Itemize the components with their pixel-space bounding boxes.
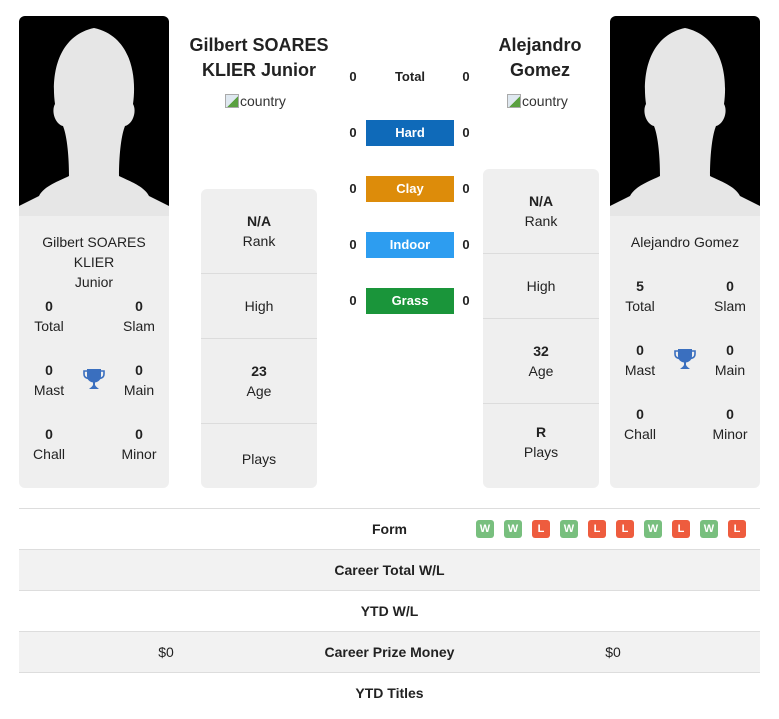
surface-hard-badge[interactable]: Hard (366, 120, 454, 146)
player2-form: WWLWLLWLWL (476, 520, 746, 538)
form-win-badge[interactable]: W (700, 520, 718, 538)
player1-card-name: Gilbert SOARES KLIER Junior (42, 234, 146, 290)
player2-age: 32 Age (483, 319, 599, 404)
form-win-badge[interactable]: W (560, 520, 578, 538)
h2h-hard-row: 0 Hard 0 (344, 120, 474, 146)
player1-stat-slam: 0 Slam (123, 298, 155, 334)
form-loss-badge[interactable]: L (616, 520, 634, 538)
player2-stat-main: 0 Main (714, 342, 746, 378)
player2-stat-chall: 0 Chall (624, 406, 656, 442)
form-win-badge[interactable]: W (504, 520, 522, 538)
trophy-icon (674, 349, 696, 369)
player2-country-flag: country (507, 93, 568, 109)
player1-plays: Plays (241, 451, 277, 467)
table-row-prize-money: $0 Career Prize Money $0 (19, 631, 760, 672)
player1-age: 23 Age (201, 339, 317, 424)
player1-info-card: N/A Rank High 23 Age Plays (201, 189, 317, 488)
h2h-grass-row: 0 Grass 0 (344, 288, 474, 314)
player1-card: Gilbert SOARES KLIER Junior 0 Total 0 Sl… (19, 16, 169, 488)
h2h-total-row: 0 Total 0 (344, 64, 474, 90)
player2-stat-mast: 0 Mast (624, 342, 656, 378)
silhouette-icon (19, 28, 169, 216)
player2-high: High (483, 254, 599, 319)
player1-rank: N/A Rank (201, 189, 317, 274)
player1-name[interactable]: Gilbert SOARES KLIER Junior (186, 33, 332, 83)
surface-indoor-badge[interactable]: Indoor (366, 232, 454, 258)
player2-stat-total: 5 Total (625, 278, 655, 314)
player1-stat-mast: 0 Mast (33, 362, 65, 398)
player2-stat-minor: 0 Minor (712, 406, 748, 442)
table-row-ytd-wl: YTD W/L (19, 590, 760, 631)
player1-stat-main: 0 Main (123, 362, 155, 398)
player1-photo (19, 16, 169, 216)
h2h-clay-row: 0 Clay 0 (344, 176, 474, 202)
broken-image-icon (225, 94, 239, 108)
player1-country-flag: country (225, 93, 286, 109)
player2-name[interactable]: Alejandro Gomez (476, 33, 604, 83)
table-row-form: Form WWLWLLWLWL (19, 508, 760, 549)
table-row-ytd-titles: YTD Titles (19, 672, 760, 713)
surface-clay-badge[interactable]: Clay (366, 176, 454, 202)
form-loss-badge[interactable]: L (588, 520, 606, 538)
player1-stat-chall: 0 Chall (33, 426, 65, 462)
form-win-badge[interactable]: W (476, 520, 494, 538)
player2-info-card: N/A Rank High 32 Age R Plays (483, 169, 599, 488)
player1-stat-minor: 0 Minor (121, 426, 157, 462)
player2-card: Alejandro Gomez 5 Total 0 Slam 0 Mast 0 … (610, 16, 760, 488)
h2h-indoor-row: 0 Indoor 0 (344, 232, 474, 258)
player2-rank: N/A Rank (483, 169, 599, 254)
form-win-badge[interactable]: W (644, 520, 662, 538)
player2-plays: R Plays (523, 424, 559, 460)
table-row-career-wl: Career Total W/L (19, 549, 760, 590)
player1-stat-total: 0 Total (34, 298, 64, 334)
form-loss-badge[interactable]: L (672, 520, 690, 538)
form-loss-badge[interactable]: L (532, 520, 550, 538)
broken-image-icon (507, 94, 521, 108)
surface-grass-badge[interactable]: Grass (366, 288, 454, 314)
form-loss-badge[interactable]: L (728, 520, 746, 538)
player2-photo (610, 16, 760, 216)
player1-high: High (201, 274, 317, 339)
player2-stat-slam: 0 Slam (714, 278, 746, 314)
player2-card-name: Alejandro Gomez (630, 234, 740, 250)
h2h-total-label: Total (394, 69, 426, 84)
trophy-icon (83, 369, 105, 389)
silhouette-icon (610, 28, 760, 216)
